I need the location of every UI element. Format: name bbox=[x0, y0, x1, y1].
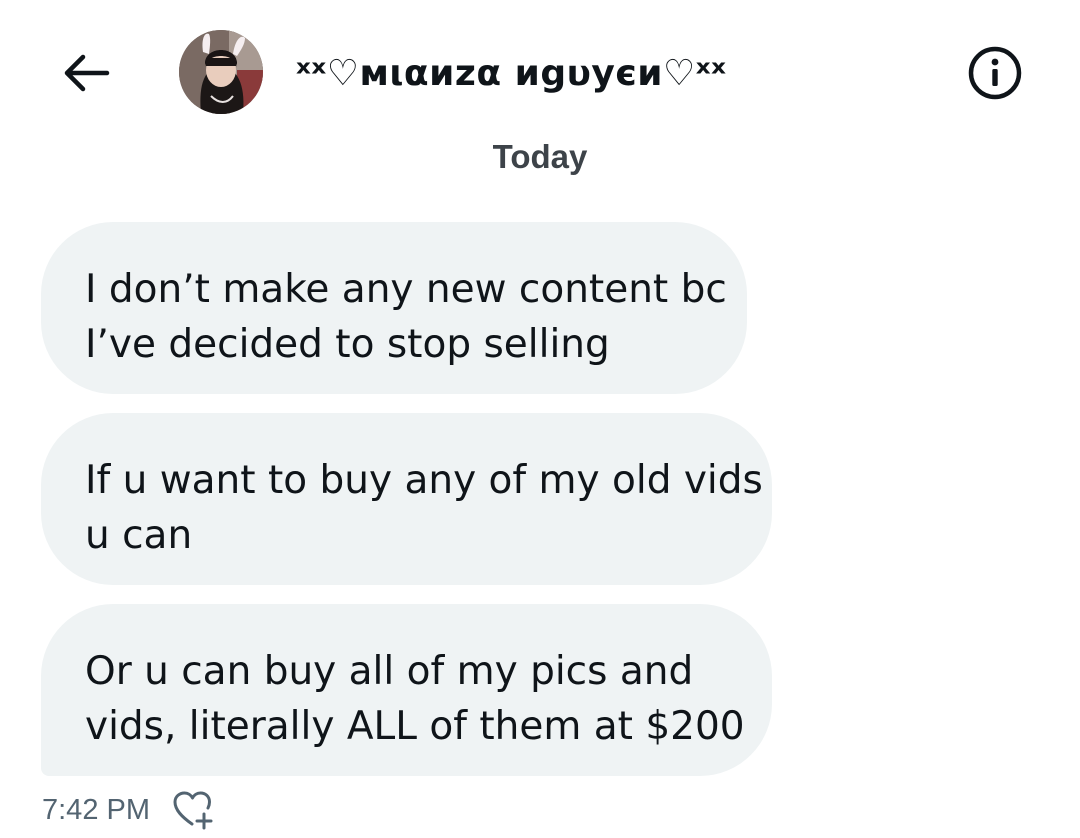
back-button[interactable] bbox=[58, 48, 114, 98]
avatar[interactable] bbox=[179, 30, 263, 114]
add-reaction-button[interactable] bbox=[172, 790, 216, 830]
profile-photo bbox=[179, 30, 263, 114]
message-text-line: I don’t make any new content bc bbox=[85, 267, 727, 312]
contact-name[interactable]: ˣˣ♡ᴍιαиzα иgυуєи♡ˣˣ bbox=[296, 52, 726, 96]
message-timestamp: 7:42 PM bbox=[42, 793, 150, 826]
message-bubble[interactable]: I don’t make any new content bc I’ve dec… bbox=[41, 222, 747, 394]
date-divider: Today bbox=[492, 138, 588, 175]
info-button[interactable] bbox=[966, 44, 1024, 102]
message-text-line: vids, literally ALL of them at $200 bbox=[85, 704, 745, 749]
message-meta: 7:42 PM bbox=[42, 790, 216, 830]
message-bubble[interactable]: Or u can buy all of my pics and vids, li… bbox=[41, 604, 772, 776]
arrow-left-icon bbox=[64, 54, 110, 92]
message-text-line: u can bbox=[85, 513, 193, 558]
message-text-line: Or u can buy all of my pics and bbox=[85, 649, 694, 694]
heart-plus-icon bbox=[173, 791, 213, 830]
dm-conversation-screen: ˣˣ♡ᴍιαиzα иgυуєи♡ˣˣ Today I don’t make a… bbox=[0, 0, 1080, 838]
message-text-line: I’ve decided to stop selling bbox=[85, 322, 610, 367]
message-bubble[interactable]: If u want to buy any of my old vids u ca… bbox=[41, 413, 772, 585]
message-text-line: If u want to buy any of my old vids bbox=[85, 458, 763, 503]
info-circle-icon bbox=[968, 46, 1022, 100]
